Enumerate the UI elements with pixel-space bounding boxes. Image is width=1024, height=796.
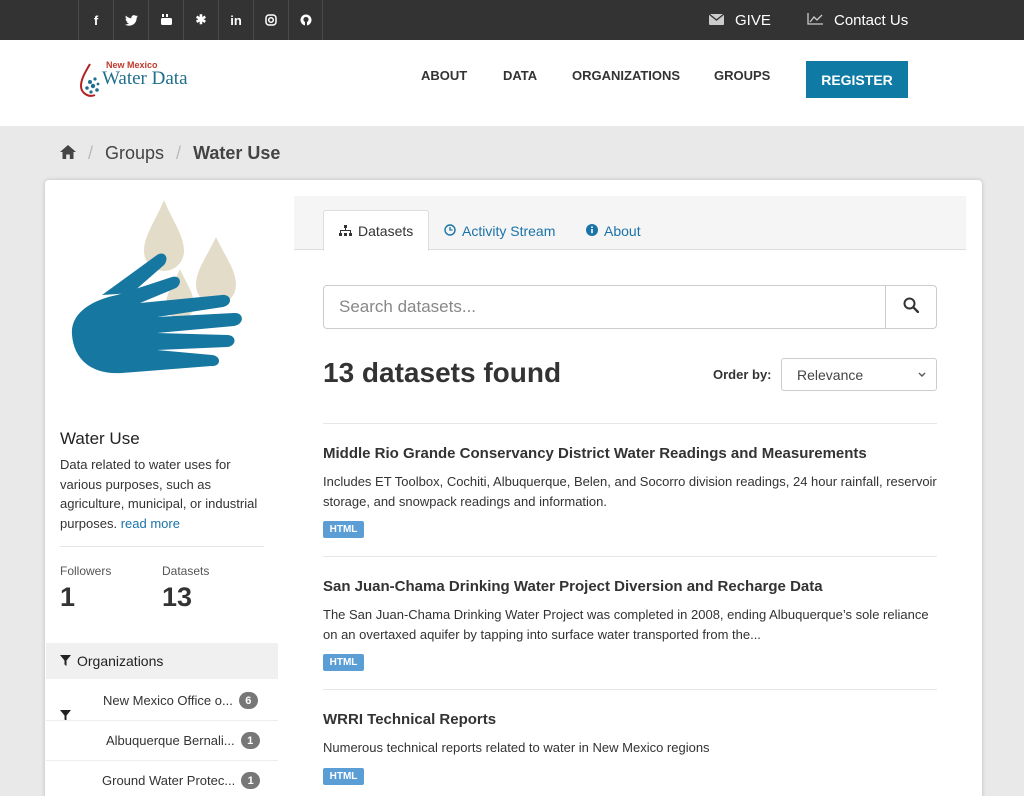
breadcrumb: / Groups / Water Use [60,143,280,164]
divider [60,546,264,547]
datasets-count: 13 [162,582,193,612]
followers-count: 1 [60,582,76,612]
social-links: f ✱ in [78,0,323,40]
envelope-icon [708,12,725,29]
format-badge[interactable]: HTML [323,654,364,671]
datasets-label: Datasets [162,564,210,578]
filter-icon [60,653,71,669]
slack-icon[interactable]: ✱ [183,0,218,40]
tab-about[interactable]: About [586,210,641,251]
nav-groups[interactable]: GROUPS [714,68,770,83]
site-header: New Mexico Water Data ABOUT DATA ORGANIZ… [0,40,1024,126]
facet-item[interactable]: New Mexico Office o... 6 [103,692,258,709]
dataset-title-link[interactable]: San Juan-Chama Drinking Water Project Di… [323,578,823,595]
divider [46,760,278,761]
info-icon [586,223,598,239]
breadcrumb-separator: / [176,143,182,163]
search-box [323,285,937,329]
twitter-icon[interactable] [113,0,148,40]
dataset-description: Includes ET Toolbox, Cochiti, Albuquerqu… [323,474,937,509]
dataset-title-link[interactable]: WRRI Technical Reports [323,711,496,728]
youtube-icon[interactable] [148,0,183,40]
breadcrumb-current: Water Use [193,143,281,163]
nav-data[interactable]: DATA [503,68,537,83]
count-badge: 1 [241,772,261,789]
followers-label: Followers [60,564,112,578]
instagram-icon[interactable] [253,0,288,40]
logo-text: Water Data [102,68,188,89]
facebook-icon[interactable]: f [78,0,113,40]
search-input[interactable] [324,286,886,328]
count-badge: 6 [238,692,258,709]
sitemap-icon [339,223,352,239]
register-button[interactable]: REGISTER [806,61,908,98]
facet-item[interactable]: Ground Water Protec... 1 [102,772,261,789]
divider [46,720,278,721]
give-link[interactable]: GIVE [708,12,771,29]
facet-item[interactable]: Albuquerque Bernali... 1 [106,732,260,749]
clock-icon [444,223,456,239]
order-by-select[interactable]: Relevance [781,358,937,391]
breadcrumb-groups[interactable]: Groups [105,143,164,164]
breadcrumb-separator: / [88,143,94,163]
read-more-link[interactable]: read more [121,516,180,531]
format-badge[interactable]: HTML [323,768,364,785]
organizations-label: Organizations [77,653,164,669]
divider [323,423,937,424]
dataset-description: Numerous technical reports related to wa… [323,740,710,755]
format-badge[interactable]: HTML [323,521,364,538]
group-description: Data related to water uses for various p… [60,457,258,531]
chart-icon [807,12,823,29]
nav-about[interactable]: ABOUT [421,68,467,83]
search-button[interactable] [885,286,936,328]
tab-datasets[interactable]: Datasets [323,210,430,251]
order-by-label: Order by: [713,367,772,382]
tab-activity-stream[interactable]: Activity Stream [444,210,555,251]
top-bar: f ✱ in GIVE Contact Us [0,0,1024,40]
site-logo[interactable]: New Mexico Water Data [80,60,200,100]
contact-label: Contact Us [834,12,909,29]
dataset-title-link[interactable]: Middle Rio Grande Conservancy District W… [323,445,867,462]
organizations-facet-header: Organizations [46,643,278,679]
filter-icon [60,708,71,726]
water-use-image [71,200,242,374]
results-count: 13 datasets found [323,357,562,388]
dataset-description: The San Juan-Chama Drinking Water Projec… [323,607,929,642]
chevron-down-icon [917,368,927,384]
divider [323,689,937,690]
home-icon[interactable] [60,143,76,164]
divider [323,556,937,557]
github-icon[interactable] [288,0,323,40]
give-label: GIVE [735,12,771,29]
search-icon [903,297,920,318]
linkedin-icon[interactable]: in [218,0,253,40]
count-badge: 1 [240,732,260,749]
contact-link[interactable]: Contact Us [807,12,908,29]
nav-organizations[interactable]: ORGANIZATIONS [572,68,680,83]
group-title: Water Use [60,429,140,448]
